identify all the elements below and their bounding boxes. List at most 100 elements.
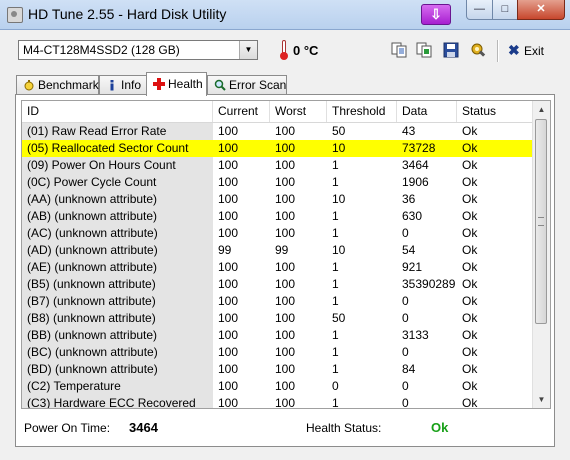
cell-current: 100 — [218, 124, 239, 138]
cell-worst: 100 — [275, 141, 296, 155]
health-cross-icon — [153, 78, 165, 90]
scrollbar-thumb[interactable] — [535, 119, 547, 324]
table-row[interactable]: (AB) (unknown attribute) 100 100 1 630 Ok — [22, 208, 535, 225]
tab-error-scan-label: Error Scan — [229, 78, 287, 92]
column-header-status[interactable]: Status — [457, 101, 535, 122]
cell-id: (AB) (unknown attribute) — [22, 208, 213, 225]
cell-worst: 100 — [275, 328, 296, 342]
table-row[interactable]: (BD) (unknown attribute) 100 100 1 84 Ok — [22, 361, 535, 378]
cell-current: 100 — [218, 192, 239, 206]
table-row[interactable]: (B5) (unknown attribute) 100 100 1 35390289 O… — [22, 276, 535, 293]
tab-error-scan[interactable]: Error Scan — [207, 75, 287, 94]
cell-status: Ok — [462, 141, 478, 155]
cell-data: 35390289 — [402, 277, 456, 291]
cell-data: 0 — [402, 345, 409, 359]
cell-data: 921 — [402, 260, 423, 274]
tab-info[interactable]: Info — [99, 75, 147, 94]
cell-status: Ok — [462, 294, 478, 308]
table-row[interactable]: (AD) (unknown attribute) 99 99 10 54 Ok — [22, 242, 535, 259]
tab-health[interactable]: Health — [146, 72, 207, 96]
cell-threshold: 1 — [332, 158, 339, 172]
column-header-worst[interactable]: Worst — [270, 101, 327, 122]
table-row[interactable]: (B8) (unknown attribute) 100 100 50 0 Ok — [22, 310, 535, 327]
cell-status: Ok — [462, 158, 478, 172]
scroll-up-arrow-icon[interactable]: ▲ — [533, 101, 550, 118]
table-row[interactable]: (BC) (unknown attribute) 100 100 1 0 Ok — [22, 344, 535, 361]
download-arrow-button[interactable]: ⇩ — [421, 4, 451, 25]
power-on-time-value: 3464 — [129, 420, 158, 435]
cell-data: 0 — [402, 379, 409, 393]
cell-id: (B5) (unknown attribute) — [22, 276, 213, 293]
table-row[interactable]: (09) Power On Hours Count 100 100 1 3464 Ok — [22, 157, 535, 174]
smart-attributes-table: ID Current Worst Threshold Data Status (… — [21, 100, 551, 409]
title-bar: HD Tune 2.55 - Hard Disk Utility ⇩ — □ ✕ — [0, 0, 570, 30]
table-row[interactable]: (AC) (unknown attribute) 100 100 1 0 Ok — [22, 225, 535, 242]
tab-benchmark[interactable]: Benchmark — [16, 75, 99, 94]
cell-data: 0 — [402, 294, 409, 308]
table-row[interactable]: (C3) Hardware ECC Recovered 100 100 1 0 Ok — [22, 395, 535, 409]
cell-current: 100 — [218, 379, 239, 393]
cell-worst: 100 — [275, 396, 296, 409]
table-row[interactable]: (BB) (unknown attribute) 100 100 1 3133 Ok — [22, 327, 535, 344]
cell-id: (AA) (unknown attribute) — [22, 191, 213, 208]
vertical-scrollbar[interactable]: ▲ ▼ — [532, 101, 550, 408]
stopwatch-icon — [24, 80, 34, 91]
cell-threshold: 1 — [332, 328, 339, 342]
cell-worst: 100 — [275, 277, 296, 291]
cell-threshold: 10 — [332, 141, 346, 155]
exit-button[interactable]: ✖ Exit — [506, 42, 546, 59]
table-row[interactable]: (0C) Power Cycle Count 100 100 1 1906 Ok — [22, 174, 535, 191]
cell-threshold: 1 — [332, 175, 339, 189]
cell-status: Ok — [462, 311, 478, 325]
cell-threshold: 0 — [332, 379, 339, 393]
cell-current: 100 — [218, 362, 239, 376]
cell-status: Ok — [462, 260, 478, 274]
cell-current: 100 — [218, 175, 239, 189]
copy-text-icon[interactable] — [391, 42, 407, 58]
table-row[interactable]: (AA) (unknown attribute) 100 100 10 36 Ok — [22, 191, 535, 208]
scroll-down-arrow-icon[interactable]: ▼ — [533, 391, 550, 408]
cell-worst: 100 — [275, 124, 296, 138]
cell-id: (AC) (unknown attribute) — [22, 225, 213, 242]
cell-current: 100 — [218, 226, 239, 240]
column-header-threshold[interactable]: Threshold — [327, 101, 397, 122]
cell-status: Ok — [462, 175, 478, 189]
cell-current: 100 — [218, 345, 239, 359]
cell-current: 100 — [218, 158, 239, 172]
cell-data: 3464 — [402, 158, 429, 172]
cell-threshold: 1 — [332, 294, 339, 308]
minimize-button[interactable]: — — [466, 0, 493, 20]
cell-status: Ok — [462, 328, 478, 342]
cell-status: Ok — [462, 396, 478, 409]
table-row[interactable]: (AE) (unknown attribute) 100 100 1 921 Ok — [22, 259, 535, 276]
toolbar-separator — [497, 40, 499, 62]
maximize-button[interactable]: □ — [492, 0, 518, 20]
options-icon[interactable] — [470, 42, 486, 58]
column-header-id[interactable]: ID — [22, 101, 213, 122]
table-row[interactable]: (C2) Temperature 100 100 0 0 Ok — [22, 378, 535, 395]
cell-threshold: 10 — [332, 192, 346, 206]
table-row-highlighted[interactable]: (05) Reallocated Sector Count 100 100 10 737… — [22, 140, 535, 157]
save-icon[interactable] — [443, 42, 459, 58]
cell-status: Ok — [462, 243, 478, 257]
cell-threshold: 1 — [332, 396, 339, 409]
drive-select[interactable]: M4-CT128M4SSD2 (128 GB) ▼ — [18, 40, 258, 60]
cell-data: 0 — [402, 226, 409, 240]
column-header-current[interactable]: Current — [213, 101, 270, 122]
drive-select-value: M4-CT128M4SSD2 (128 GB) — [23, 43, 180, 57]
close-button[interactable]: ✕ — [517, 0, 565, 20]
cell-worst: 100 — [275, 260, 296, 274]
copy-screenshot-icon[interactable] — [416, 42, 432, 58]
table-body: (01) Raw Read Error Rate 100 100 50 43 Ok (05… — [22, 123, 535, 409]
cell-data: 630 — [402, 209, 423, 223]
table-row[interactable]: (01) Raw Read Error Rate 100 100 50 43 Ok — [22, 123, 535, 140]
power-on-time-label: Power On Time: — [24, 421, 111, 435]
cell-status: Ok — [462, 209, 478, 223]
cell-data: 54 — [402, 243, 416, 257]
cell-current: 100 — [218, 141, 239, 155]
chevron-down-icon[interactable]: ▼ — [239, 41, 257, 59]
table-row[interactable]: (B7) (unknown attribute) 100 100 1 0 Ok — [22, 293, 535, 310]
column-header-data[interactable]: Data — [397, 101, 457, 122]
thermometer-icon — [280, 40, 288, 60]
cell-id: (AD) (unknown attribute) — [22, 242, 213, 259]
